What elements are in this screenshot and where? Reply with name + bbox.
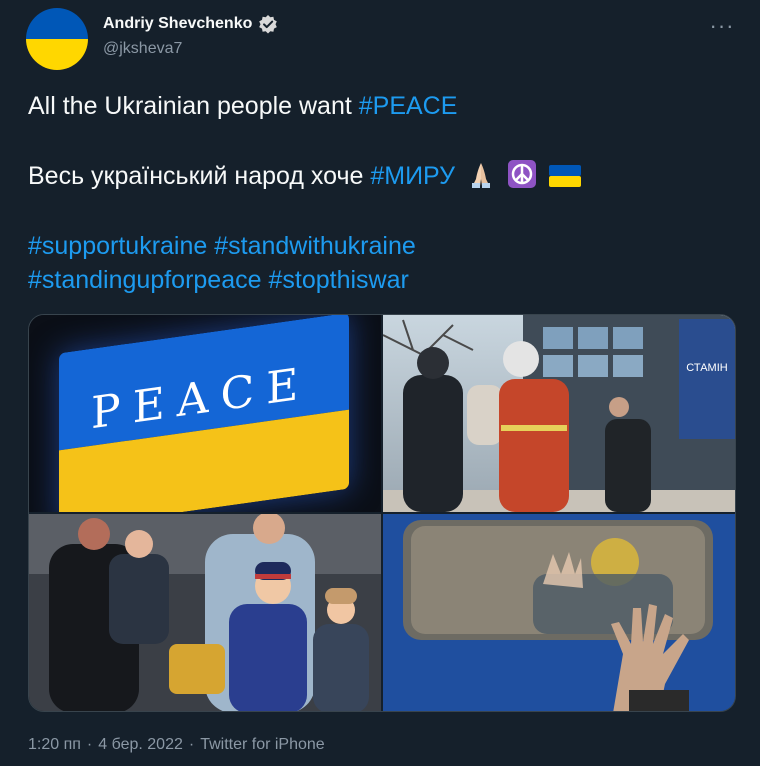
ukraine-flag-icon: [548, 163, 582, 198]
tweet-text-segment: All the Ukrainian people want: [28, 92, 359, 120]
hashtag-peace[interactable]: #PEACE: [359, 92, 458, 120]
tweet-date[interactable]: 4 бер. 2022: [98, 736, 183, 754]
tweet-text-line-english: All the Ukrainian people want #PEACE: [28, 89, 728, 123]
tweet-text-line-ukrainian: Весь український народ хоче #МИРУ: [28, 159, 728, 198]
avatar-flag-yellow: [26, 39, 88, 70]
photo-train-window[interactable]: [383, 514, 735, 711]
photo-refugees-crowd[interactable]: [29, 514, 381, 711]
meta-separator: ·: [86, 736, 93, 753]
photo-rescuer-street[interactable]: СТАМІН: [383, 315, 735, 512]
avatar-flag-blue: [26, 8, 88, 39]
hashtag-standwithukraine[interactable]: #standwithukraine: [214, 232, 416, 260]
more-options-button[interactable]: ···: [704, 12, 740, 40]
hashtag-stopthiswar[interactable]: #stopthiswar: [268, 266, 408, 294]
tweet-card: Andriy Shevchenko @jksheva7 ··· All the …: [0, 0, 760, 766]
folded-hands-icon: [466, 159, 496, 198]
peace-symbol-icon: [507, 159, 537, 198]
hashtag-standingupforpeace[interactable]: #standingupforpeace: [28, 266, 262, 294]
verified-badge-icon: [258, 14, 278, 34]
tweet-source[interactable]: Twitter for iPhone: [200, 736, 325, 754]
avatar[interactable]: [26, 8, 88, 70]
tweet-text-segment: Весь український народ хоче: [28, 162, 371, 190]
media-grid: PEACE СТАМІН: [28, 314, 736, 712]
store-sign-text: СТАМІН: [686, 362, 727, 374]
author-handle[interactable]: @jksheva7: [103, 40, 182, 58]
tweet-time[interactable]: 1:20 пп: [28, 736, 81, 754]
hashtag-supportukraine[interactable]: #supportukraine: [28, 232, 207, 260]
tweet-meta: 1:20 пп · 4 бер. 2022 · Twitter for iPho…: [28, 736, 325, 754]
photo-peace-flag[interactable]: PEACE: [29, 315, 381, 512]
tweet-hashtags: #supportukraine #standwithukraine #stand…: [28, 229, 728, 297]
hashtag-myru[interactable]: #МИРУ: [370, 162, 455, 190]
meta-separator: ·: [188, 736, 195, 753]
author-display-name[interactable]: Andriy Shevchenko: [103, 15, 252, 33]
author-name-row[interactable]: Andriy Shevchenko: [103, 14, 278, 34]
